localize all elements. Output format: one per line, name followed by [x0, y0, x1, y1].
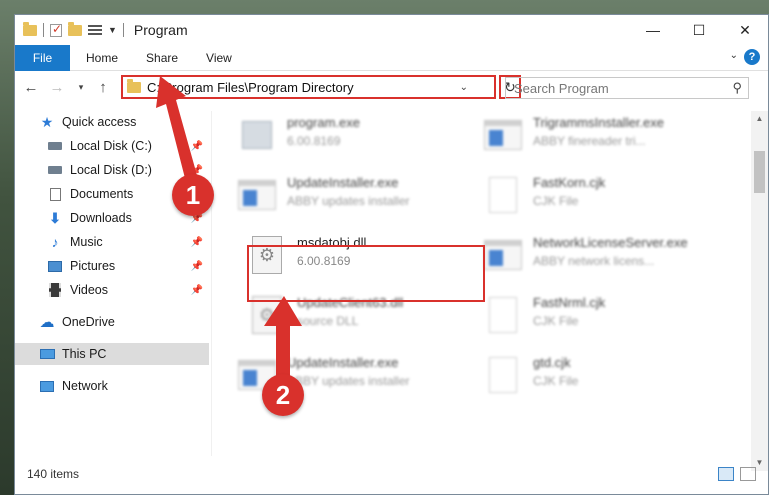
arrow-2 — [264, 296, 302, 380]
step-1-badge: 1 — [172, 174, 214, 216]
annotation-arrows — [156, 76, 302, 380]
arrow-1 — [156, 76, 200, 190]
step-2-badge: 2 — [262, 374, 304, 416]
